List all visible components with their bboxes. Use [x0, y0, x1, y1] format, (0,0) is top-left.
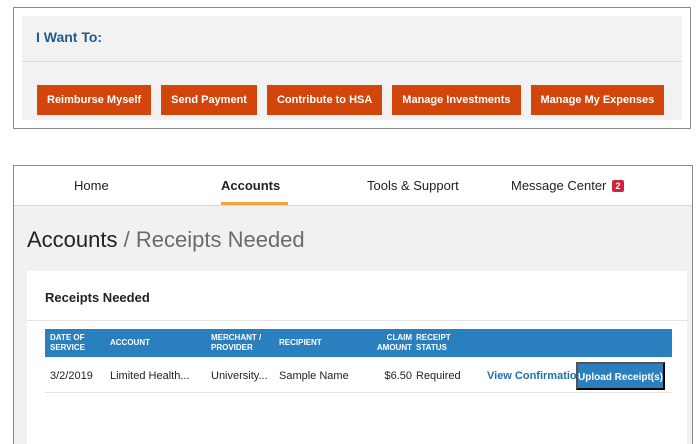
accounts-panel: Home Accounts Tools & Support Message Ce… [13, 165, 693, 444]
table-row: 3/2/2019 Limited Health... University...… [45, 359, 672, 393]
active-tab-indicator [221, 202, 288, 205]
manage-investments-button[interactable]: Manage Investments [392, 85, 521, 115]
nav-message-center[interactable]: Message Center 2 [511, 178, 625, 193]
col-recipient[interactable]: Recipient [279, 338, 322, 348]
nav-message-center-label: Message Center [511, 178, 607, 193]
main-content: Accounts / Receipts Needed Receipts Need… [14, 206, 692, 444]
cell-status: Required [416, 370, 461, 382]
breadcrumb-separator: / [123, 227, 130, 252]
nav-tools-support[interactable]: Tools & Support [367, 178, 459, 193]
breadcrumb-parent[interactable]: Accounts [27, 227, 118, 252]
breadcrumb: Accounts / Receipts Needed [27, 227, 305, 253]
nav-home[interactable]: Home [74, 178, 109, 193]
cell-merchant: University... [211, 370, 268, 382]
col-merchant-provider[interactable]: Merchant / Provider [211, 333, 275, 353]
breadcrumb-current: Receipts Needed [135, 227, 305, 252]
send-payment-button[interactable]: Send Payment [161, 85, 257, 115]
col-date-of-service[interactable]: Date of Service [50, 333, 95, 353]
nav-accounts[interactable]: Accounts [221, 178, 280, 193]
cell-recipient: Sample Name [279, 370, 349, 382]
i-want-to-title: I Want To: [36, 29, 103, 45]
view-confirmation-link[interactable]: View Confirmation [487, 370, 583, 382]
cell-date: 3/2/2019 [50, 370, 93, 382]
divider [22, 61, 682, 62]
receipts-needed-card: Receipts Needed Date of Service Account … [27, 271, 687, 444]
divider [27, 320, 687, 321]
col-account[interactable]: Account [110, 338, 150, 348]
table-header: Date of Service Account Merchant / Provi… [45, 329, 672, 357]
upload-receipts-button[interactable]: Upload Receipt(s) [576, 362, 665, 390]
message-count-badge: 2 [612, 180, 625, 192]
reimburse-myself-button[interactable]: Reimburse Myself [37, 85, 152, 115]
manage-my-expenses-button[interactable]: Manage My Expenses [530, 85, 665, 115]
col-receipt-status[interactable]: Receipt Status [416, 333, 460, 353]
col-claim-amount[interactable]: Claim Amount [365, 333, 412, 353]
cell-account: Limited Health... [110, 370, 190, 382]
action-buttons: Reimburse Myself Send Payment Contribute… [37, 85, 665, 115]
top-nav: Home Accounts Tools & Support Message Ce… [14, 166, 692, 206]
i-want-to-inner: I Want To: Reimburse Myself Send Payment… [22, 16, 682, 120]
cell-amount: $6.50 [384, 370, 412, 382]
contribute-to-hsa-button[interactable]: Contribute to HSA [266, 85, 383, 115]
i-want-to-panel: I Want To: Reimburse Myself Send Payment… [13, 7, 691, 129]
card-title: Receipts Needed [45, 290, 150, 305]
